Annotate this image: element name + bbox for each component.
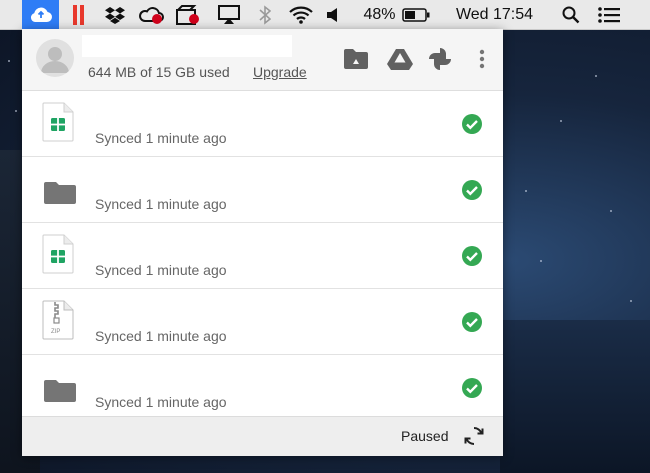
synced-check-icon [461, 377, 483, 399]
sync-status-text: Synced 1 minute ago [95, 130, 227, 146]
panel-footer: Paused [22, 416, 503, 456]
wifi-icon[interactable] [287, 0, 315, 29]
list-item[interactable]: Synced 1 minute ago [22, 355, 503, 420]
list-item[interactable]: Synced 1 minute ago [22, 223, 503, 289]
folder-icon [42, 168, 78, 210]
battery-status[interactable]: 48% [359, 0, 434, 29]
screen-recorder-icon[interactable] [173, 0, 203, 29]
synced-check-icon [461, 311, 483, 333]
zip-file-icon: ZIP [42, 300, 78, 342]
synced-check-icon [461, 245, 483, 267]
sync-status-text: Synced 1 minute ago [95, 328, 227, 344]
google-drive-icon[interactable] [386, 45, 414, 73]
volume-icon[interactable] [323, 0, 343, 29]
sync-status-text: Synced 1 minute ago [95, 196, 227, 212]
list-item[interactable]: ZIP Synced 1 minute ago [22, 289, 503, 355]
sync-state-label: Paused [401, 428, 449, 444]
drive-cloud-icon[interactable] [22, 0, 59, 29]
open-folder-icon[interactable] [342, 45, 370, 73]
sync-status-text: Synced 1 minute ago [95, 262, 227, 278]
folder-icon [42, 366, 78, 408]
storage-usage: 644 MB of 15 GB used [88, 64, 230, 80]
synced-check-icon [461, 179, 483, 201]
backup-sync-panel: 644 MB of 15 GB used Upgrade Synced 1 mi… [22, 29, 503, 456]
sync-status-text: Synced 1 minute ago [95, 394, 227, 410]
recent-files-list: Synced 1 minute ago Synced 1 minute ago … [22, 91, 503, 420]
list-item[interactable]: Synced 1 minute ago [22, 91, 503, 157]
sheets-file-icon [42, 102, 78, 144]
upgrade-link[interactable]: Upgrade [253, 64, 307, 80]
wallpaper-sea [500, 320, 650, 473]
list-item[interactable]: Synced 1 minute ago [22, 157, 503, 223]
clock-text: Wed 17:54 [455, 5, 534, 23]
panel-header: 644 MB of 15 GB used Upgrade [22, 29, 503, 91]
avatar[interactable] [36, 39, 74, 77]
notification-center-icon[interactable] [594, 0, 624, 29]
svg-text:ZIP: ZIP [51, 329, 60, 335]
synced-check-icon [461, 113, 483, 135]
menu-bar: 48% Wed 17:54 [0, 0, 650, 30]
creative-cloud-icon[interactable] [136, 0, 166, 29]
bluetooth-icon[interactable] [255, 0, 275, 29]
more-vert-icon[interactable] [468, 45, 496, 73]
account-name [82, 35, 292, 57]
spotlight-search-icon[interactable] [558, 0, 584, 29]
airplay-icon[interactable] [216, 0, 242, 29]
battery-icon [401, 7, 430, 22]
sync-icon[interactable] [463, 425, 485, 447]
battery-percent: 48% [363, 5, 396, 23]
google-photos-icon[interactable] [426, 45, 454, 73]
clock[interactable]: Wed 17:54 [447, 0, 542, 29]
dropbox-icon[interactable] [103, 0, 127, 29]
parallels-icon[interactable] [68, 0, 90, 29]
sheets-file-icon [42, 234, 78, 276]
